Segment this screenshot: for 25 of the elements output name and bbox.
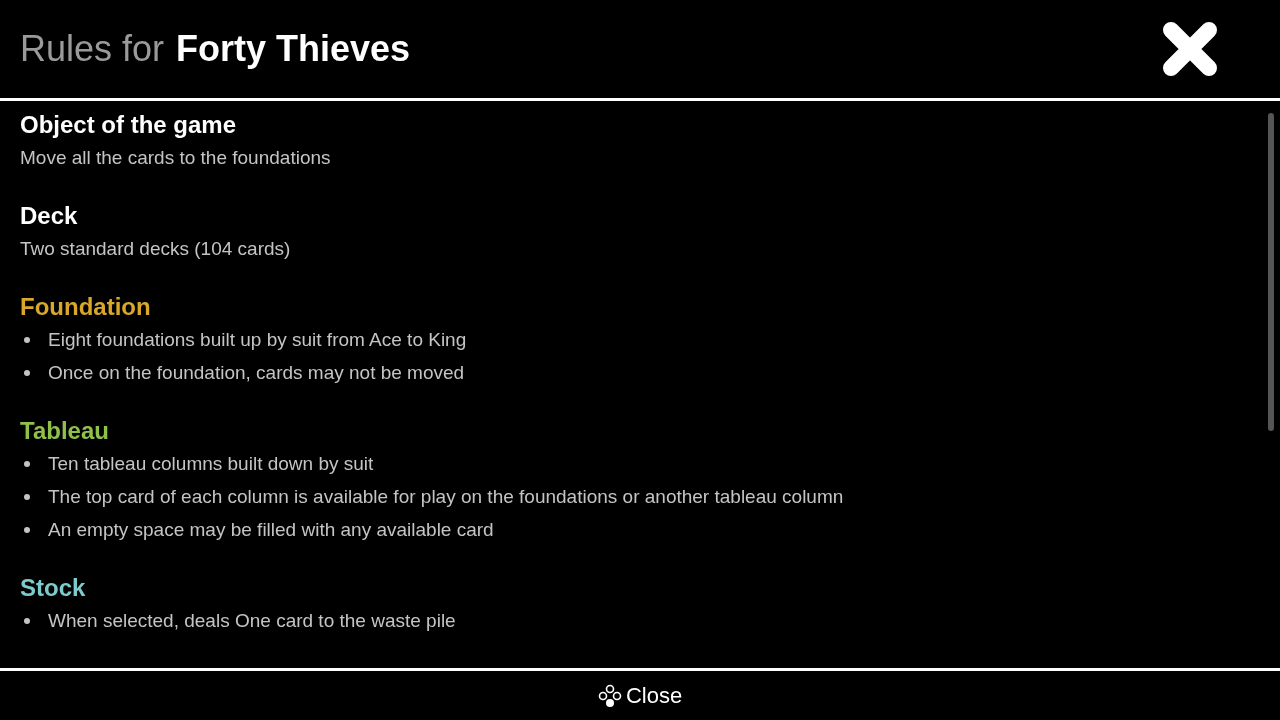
rule-item: When selected, deals One card to the waste pile (48, 609, 456, 633)
close-icon (1161, 20, 1219, 78)
bullet-icon (24, 526, 30, 533)
section-heading: Deck (20, 201, 79, 231)
close-text-button[interactable]: Close (597, 679, 683, 712)
section-text: Two standard decks (104 cards) (20, 237, 292, 261)
bullet-icon (24, 336, 30, 343)
title-prefix: Rules for (20, 27, 165, 71)
bullet-icon (24, 369, 30, 376)
section-heading: Object of the game (20, 110, 238, 140)
section-heading: Stock (20, 573, 87, 603)
bullet-icon (24, 493, 30, 500)
rule-item: An empty space may be filled with any available card (48, 518, 494, 542)
bullet-icon (24, 460, 30, 467)
section-text: Move all the cards to the foundations (20, 146, 332, 170)
game-title: Forty Thieves (176, 27, 411, 71)
rule-item: The top card of each column is available for play on the foundations or another tableau column (48, 485, 844, 509)
section-heading: Foundation (20, 292, 152, 322)
rule-item: Once on the foundation, cards may not be moved (48, 361, 465, 385)
rule-item: Ten tableau columns built down by suit (48, 452, 374, 476)
gamepad-buttons-icon (597, 683, 622, 708)
bullet-icon (24, 617, 30, 624)
section-heading: Tableau (20, 416, 110, 446)
rule-item: Eight foundations built up by suit from Ace to King (48, 328, 467, 352)
scrollbar-thumb[interactable] (1268, 113, 1274, 431)
